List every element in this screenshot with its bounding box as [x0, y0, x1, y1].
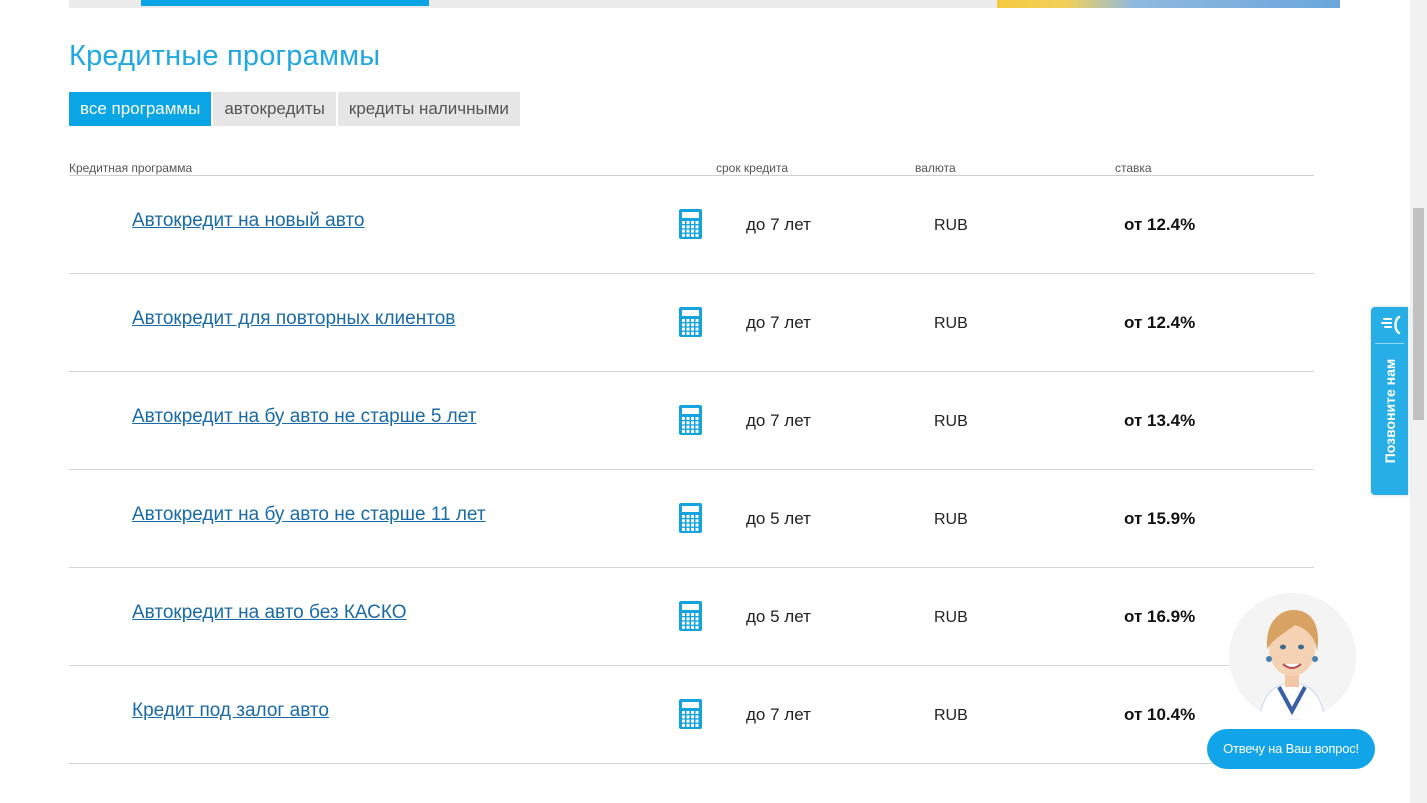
program-link[interactable]: Автокредит на новый авто: [132, 210, 364, 232]
page-scrollbar[interactable]: [1410, 0, 1427, 803]
currency-value: RUB: [934, 217, 968, 234]
calculator-icon[interactable]: [679, 503, 702, 533]
table-row: Автокредит на новый авто до 7 лет RUB от 12…: [69, 176, 1314, 274]
ask-question-button[interactable]: Отвечу на Ваш вопрос!: [1207, 729, 1375, 769]
tab-auto-loans[interactable]: автокредиты: [213, 92, 336, 126]
calculator-icon[interactable]: [679, 405, 702, 435]
table-row: Автокредит на бу авто не старше 5 лет до …: [69, 372, 1314, 470]
term-value: до 5 лет: [746, 509, 811, 528]
rate-value: от 15.9%: [1124, 509, 1196, 528]
header-rate: ставка: [1115, 161, 1152, 175]
table-row: Автокредит на бу авто не старше 11 лет до…: [69, 470, 1314, 568]
rate-value: от 12.4%: [1124, 215, 1196, 234]
calculator-icon[interactable]: [679, 209, 702, 239]
table-row: Кредит под залог авто до 7 лет RUB от 10.4%: [69, 666, 1314, 764]
currency-value: RUB: [934, 511, 968, 528]
table-header: Кредитная программа срок кредита валюта …: [69, 160, 1314, 176]
rate-value: от 10.4%: [1124, 705, 1196, 724]
top-banner-strip: [69, 0, 1340, 8]
rate-value: от 12.4%: [1124, 313, 1196, 332]
currency-value: RUB: [934, 609, 968, 626]
phone-icon: [1381, 315, 1401, 335]
term-value: до 7 лет: [746, 411, 811, 430]
currency-value: RUB: [934, 707, 968, 724]
call-us-label: Позвоните нам: [1382, 358, 1398, 464]
currency-value: RUB: [934, 315, 968, 332]
program-link[interactable]: Автокредит для повторных клиентов: [132, 308, 455, 330]
header-currency: валюта: [915, 161, 956, 175]
term-value: до 7 лет: [746, 215, 811, 234]
rate-value: от 13.4%: [1124, 411, 1196, 430]
header-term: срок кредита: [716, 161, 789, 175]
term-value: до 7 лет: [746, 313, 811, 332]
assistant-avatar[interactable]: [1229, 593, 1356, 720]
table-row: Автокредит для повторных клиентов до 7 ле…: [69, 274, 1314, 372]
assistant-portrait-icon: [1229, 593, 1355, 720]
tab-all-programs[interactable]: все программы: [69, 92, 212, 126]
page-title: Кредитные программы: [69, 40, 381, 72]
calculator-icon[interactable]: [679, 601, 702, 631]
program-link[interactable]: Кредит под залог авто: [132, 700, 329, 722]
calculator-icon[interactable]: [679, 307, 702, 337]
call-us-tab[interactable]: Позвоните нам: [1371, 307, 1408, 495]
program-link[interactable]: Автокредит на бу авто не старше 5 лет: [132, 406, 476, 428]
term-value: до 7 лет: [746, 705, 811, 724]
table-row: Автокредит на авто без КАСКО до 5 лет RUB о…: [69, 568, 1314, 666]
banner-progress-indicator: [141, 0, 429, 6]
scrollbar-thumb[interactable]: [1413, 208, 1424, 420]
term-value: до 5 лет: [746, 607, 811, 626]
rate-value: от 16.9%: [1124, 607, 1196, 626]
program-link[interactable]: Автокредит на бу авто не старше 11 лет: [132, 504, 486, 526]
tab-cash-loans[interactable]: кредиты наличными: [337, 92, 520, 126]
calculator-icon[interactable]: [679, 699, 702, 729]
header-program: Кредитная программа: [69, 161, 193, 175]
currency-value: RUB: [934, 413, 968, 430]
program-tabs: все программы автокредиты кредиты наличн…: [69, 92, 522, 126]
banner-image: [997, 0, 1340, 8]
program-link[interactable]: Автокредит на авто без КАСКО: [132, 602, 407, 624]
programs-table: Автокредит на новый авто до 7 лет RUB от 12…: [69, 176, 1314, 764]
